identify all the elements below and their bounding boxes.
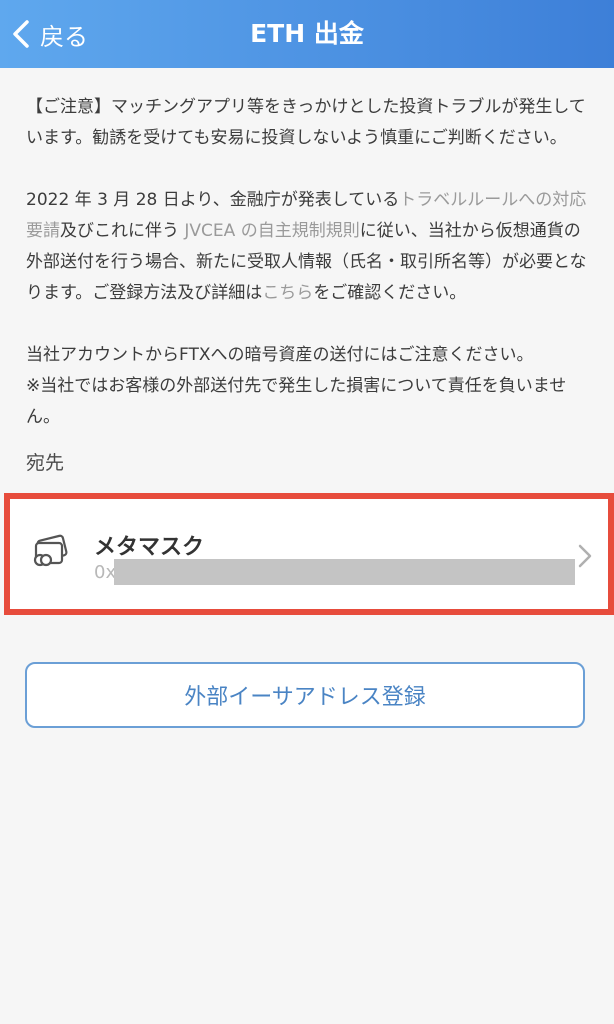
- redacted-address: [114, 559, 575, 585]
- chevron-right-icon: [578, 544, 592, 568]
- back-button[interactable]: 戻る: [10, 14, 88, 54]
- back-label: 戻る: [40, 22, 88, 51]
- app-header: 戻る ETH 出金: [0, 0, 614, 68]
- notice-text-segment: 及びこれに伴う: [60, 221, 185, 241]
- details-link[interactable]: こちら: [262, 283, 313, 303]
- notice-warning: 【ご注意】マッチングアプリ等をきっかけとした投資トラブルが発生しています。勧誘を…: [26, 97, 586, 148]
- destination-section-label: 宛先: [26, 452, 65, 474]
- page-title: ETH 出金: [250, 19, 364, 48]
- destination-name: メタマスク: [94, 535, 205, 560]
- destination-card[interactable]: メタマスク 0x: [4, 493, 614, 615]
- add-external-address-button[interactable]: 外部イーサアドレス登録: [25, 662, 585, 728]
- notice-text-segment: をご確認ください。: [313, 283, 467, 303]
- notice-ftx: 当社アカウントからFTXへの暗号資産の送付にはご注意ください。: [26, 345, 534, 365]
- notice-text: 【ご注意】マッチングアプリ等をきっかけとした投資トラブルが発生しています。勧誘を…: [26, 92, 588, 433]
- destination-address-prefix: 0x: [94, 562, 117, 583]
- notice-disclaimer: ※当社ではお客様の外部送付先で発生した損害について責任を負いません。: [26, 376, 567, 427]
- notice-travel-rule: 2022 年 3 月 28 日より、金融庁が発表しているトラベルルールへの対応要…: [26, 185, 588, 309]
- chevron-left-icon: [13, 20, 29, 48]
- wallet-icon: [33, 534, 68, 567]
- notice-text-segment: 2022 年 3 月 28 日より、金融庁が発表している: [26, 190, 400, 210]
- jvcea-rules-link[interactable]: JVCEA の自主規制規則: [184, 221, 359, 241]
